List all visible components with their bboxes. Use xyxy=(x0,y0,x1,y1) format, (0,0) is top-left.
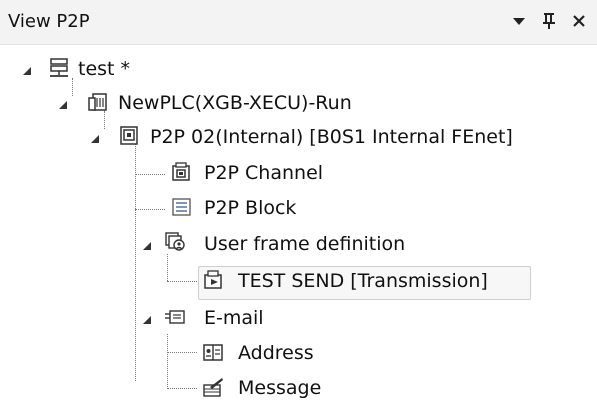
collapse-arrow-icon[interactable] xyxy=(20,64,34,78)
tree-item-email[interactable]: E-mail xyxy=(0,301,597,335)
close-icon xyxy=(573,15,585,27)
project-icon xyxy=(50,58,68,77)
tree-item-label: Message xyxy=(238,377,322,399)
tree-item-p2p-channel[interactable]: P2P Channel xyxy=(0,156,597,190)
tree-item-project[interactable]: test * xyxy=(0,52,597,86)
tree-item-test-send[interactable]: TEST SEND [Transmission] xyxy=(0,264,597,298)
view-p2p-panel: View P2P test * NewPLC(XGB-XECU)-Run P2P… xyxy=(0,0,597,403)
tree-item-label: User frame definition xyxy=(204,233,406,255)
close-button[interactable] xyxy=(568,6,590,36)
tree-item-label: E-mail xyxy=(204,307,264,329)
tree-item-label: P2P Channel xyxy=(204,162,324,184)
p2p-module-icon xyxy=(120,126,138,145)
tree-item-label: NewPLC(XGB-XECU)-Run xyxy=(118,92,352,114)
tree-item-address[interactable]: Address xyxy=(0,336,597,370)
channel-icon xyxy=(172,162,190,181)
pin-icon xyxy=(543,13,555,29)
tree-item-label: TEST SEND [Transmission] xyxy=(238,270,488,292)
tree-item-label: P2P Block xyxy=(204,197,297,219)
collapse-arrow-icon[interactable] xyxy=(140,313,154,327)
tree-item-p2p-block[interactable]: P2P Block xyxy=(0,191,597,225)
collapse-arrow-icon[interactable] xyxy=(140,239,154,253)
tree-item-message[interactable]: Message xyxy=(0,371,597,405)
plc-icon xyxy=(88,93,107,111)
collapse-arrow-icon[interactable] xyxy=(88,132,102,146)
block-icon xyxy=(172,198,191,216)
triangle-down-icon xyxy=(513,18,525,25)
dropdown-button[interactable] xyxy=(508,6,530,36)
panel-title: View P2P xyxy=(8,11,90,32)
tree-item-label: Address xyxy=(238,342,314,364)
p2p-tree: test * NewPLC(XGB-XECU)-Run P2P 02(Inter… xyxy=(0,44,597,403)
frame-send-icon xyxy=(204,270,222,289)
tree-item-p2p-module[interactable]: P2P 02(Internal) [B0S1 Internal FEnet] xyxy=(0,120,597,154)
email-icon xyxy=(165,310,185,324)
message-icon xyxy=(203,378,223,397)
panel-titlebar: View P2P xyxy=(0,0,597,45)
collapse-arrow-icon[interactable] xyxy=(56,98,70,112)
tree-item-label: test * xyxy=(78,58,131,80)
tree-item-plc[interactable]: NewPLC(XGB-XECU)-Run xyxy=(0,86,597,120)
tree-item-label: P2P 02(Internal) [B0S1 Internal FEnet] xyxy=(150,126,513,148)
tree-item-user-frame-definition[interactable]: User frame definition xyxy=(0,227,597,261)
pin-button[interactable] xyxy=(538,6,560,36)
user-frame-icon xyxy=(165,232,185,251)
address-book-icon xyxy=(203,344,223,361)
